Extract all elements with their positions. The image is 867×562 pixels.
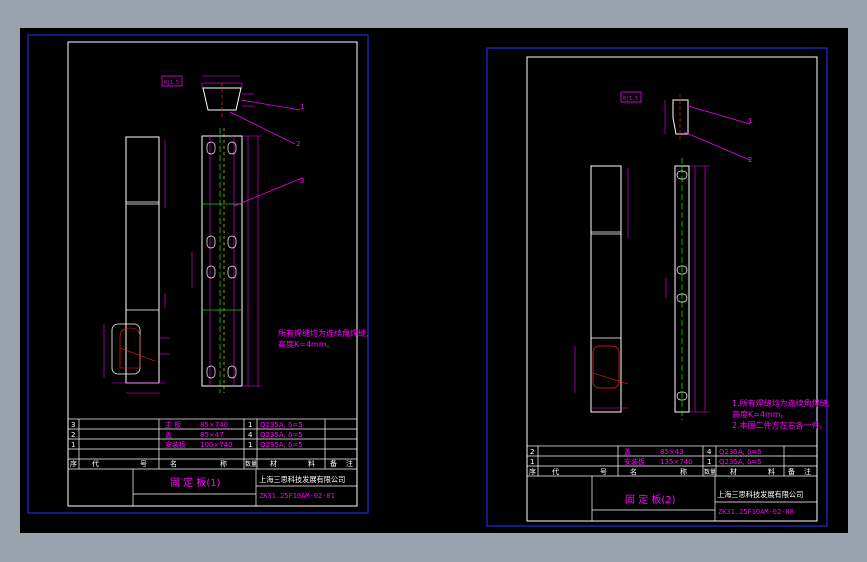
- note-line: 高度K=4mm。: [278, 339, 335, 349]
- sheet-2-cap-view: 0|1.5 1 2: [620, 91, 752, 164]
- svg-text:1: 1: [530, 458, 534, 466]
- svg-text:备: 备: [330, 459, 337, 468]
- sheet-1-company: 上海三思科技发展有限公司: [259, 475, 345, 484]
- svg-text:Q235A, δ=5: Q235A, δ=5: [260, 421, 303, 429]
- sheet-2: 0|1.5 1 2 1.所有焊缝均为连续角焊缝,高度K=4mm。 2.本图二件方…: [486, 47, 830, 527]
- svg-text:1: 1: [248, 421, 252, 429]
- sheet-2-drawing-no: ZK31.25F10AM-02-08: [718, 508, 794, 516]
- svg-text:85×47: 85×47: [200, 431, 224, 439]
- svg-text:1: 1: [248, 441, 252, 449]
- svg-text:号: 号: [140, 460, 147, 468]
- svg-text:数量: 数量: [704, 468, 716, 476]
- svg-text:Q235A, δ=5: Q235A, δ=5: [260, 441, 303, 449]
- flag-text-2: 0|1.5: [623, 96, 638, 102]
- svg-text:3: 3: [71, 421, 75, 429]
- svg-text:盖: 盖: [624, 447, 631, 456]
- svg-text:注: 注: [804, 467, 811, 476]
- note-line: 1.所有焊缝均为连续角焊缝,: [732, 398, 830, 408]
- balloon-2: 2: [296, 140, 300, 148]
- svg-text:主 板: 主 板: [165, 420, 181, 429]
- sheet-1-parts-list: 3 主 板 85×740 1 Q235A, δ=5 2 盖 85×47 4 Q2…: [70, 420, 353, 468]
- sheet-1-side-view: [103, 136, 170, 394]
- svg-text:备: 备: [788, 467, 795, 476]
- svg-text:名: 名: [170, 459, 177, 468]
- svg-text:称: 称: [680, 467, 687, 476]
- svg-text:安装板: 安装板: [165, 440, 186, 449]
- sheet-1-drawing-no: ZK31.25F10AM-02-01: [259, 492, 335, 500]
- balloon-2-2: 2: [748, 156, 752, 164]
- svg-text:135×740: 135×740: [660, 458, 693, 466]
- svg-text:Q235A, δ=5: Q235A, δ=5: [260, 431, 303, 439]
- cad-drawing: 0|1.5 1 2 3 所有焊缝均为连续角焊缝,高度K=4mm。 3 主 板 8…: [27, 34, 830, 527]
- sheet-1-weld-note: 所有焊缝均为连续角焊缝,高度K=4mm。: [278, 328, 369, 349]
- svg-text:2: 2: [71, 431, 75, 439]
- sheet-1: 0|1.5 1 2 3 所有焊缝均为连续角焊缝,高度K=4mm。 3 主 板 8…: [27, 34, 369, 514]
- flag-text: 0|1.5: [164, 80, 179, 86]
- svg-text:85×740: 85×740: [200, 421, 228, 429]
- svg-text:序: 序: [70, 459, 77, 468]
- svg-text:4: 4: [248, 431, 253, 439]
- svg-text:名: 名: [630, 467, 637, 476]
- svg-text:2: 2: [530, 448, 534, 456]
- balloon-1: 1: [300, 103, 304, 111]
- svg-text:数量: 数量: [245, 460, 257, 468]
- svg-text:代: 代: [552, 467, 559, 476]
- sheet-1-title: 固 定 板(1): [170, 476, 221, 489]
- svg-text:1: 1: [707, 458, 711, 466]
- svg-text:称: 称: [220, 459, 227, 468]
- svg-text:材: 材: [270, 459, 277, 468]
- svg-text:Q235A, δ=5: Q235A, δ=5: [719, 448, 762, 456]
- svg-text:85×43: 85×43: [660, 448, 684, 456]
- svg-text:4: 4: [707, 448, 712, 456]
- sheet-2-title: 固 定 板(2): [625, 493, 676, 506]
- sheet-2-weld-note: 1.所有焊缝均为连续角焊缝,高度K=4mm。 2.本图二件方左右各一件。: [732, 398, 830, 430]
- sheet-2-parts-list: 2 盖 85×43 4 Q235A, δ=5 1 安装板 135×740 1 Q…: [529, 447, 811, 476]
- note-line: 所有焊缝均为连续角焊缝,: [278, 328, 369, 338]
- sheet-2-front-view: [665, 158, 710, 420]
- note-line: 高度K=4mm。: [732, 409, 789, 419]
- svg-text:1: 1: [71, 441, 75, 449]
- note-line: 2.本图二件方左右各一件。: [732, 420, 828, 430]
- balloon-2-1: 1: [748, 117, 752, 125]
- cad-viewport[interactable]: 0|1.5 1 2 3 所有焊缝均为连续角焊缝,高度K=4mm。 3 主 板 8…: [20, 28, 848, 533]
- sheet-2-side-view: [574, 165, 629, 413]
- svg-text:100×740: 100×740: [200, 441, 233, 449]
- svg-text:序: 序: [529, 467, 536, 476]
- svg-text:安装板: 安装板: [624, 457, 645, 466]
- balloon-3: 3: [300, 177, 304, 185]
- svg-text:料: 料: [308, 459, 315, 468]
- sheet-2-company: 上海三思科技发展有限公司: [717, 490, 803, 499]
- svg-text:代: 代: [92, 459, 99, 468]
- svg-text:料: 料: [768, 467, 775, 476]
- svg-text:Q235A, δ=5: Q235A, δ=5: [719, 458, 762, 466]
- sheet-1-cap-view: 0|1.5 1 2: [161, 75, 304, 148]
- svg-text:号: 号: [600, 468, 607, 476]
- svg-text:材: 材: [730, 467, 737, 476]
- svg-text:注: 注: [346, 459, 353, 468]
- sheet-1-front-view: 3: [191, 128, 304, 393]
- svg-text:盖: 盖: [165, 430, 172, 439]
